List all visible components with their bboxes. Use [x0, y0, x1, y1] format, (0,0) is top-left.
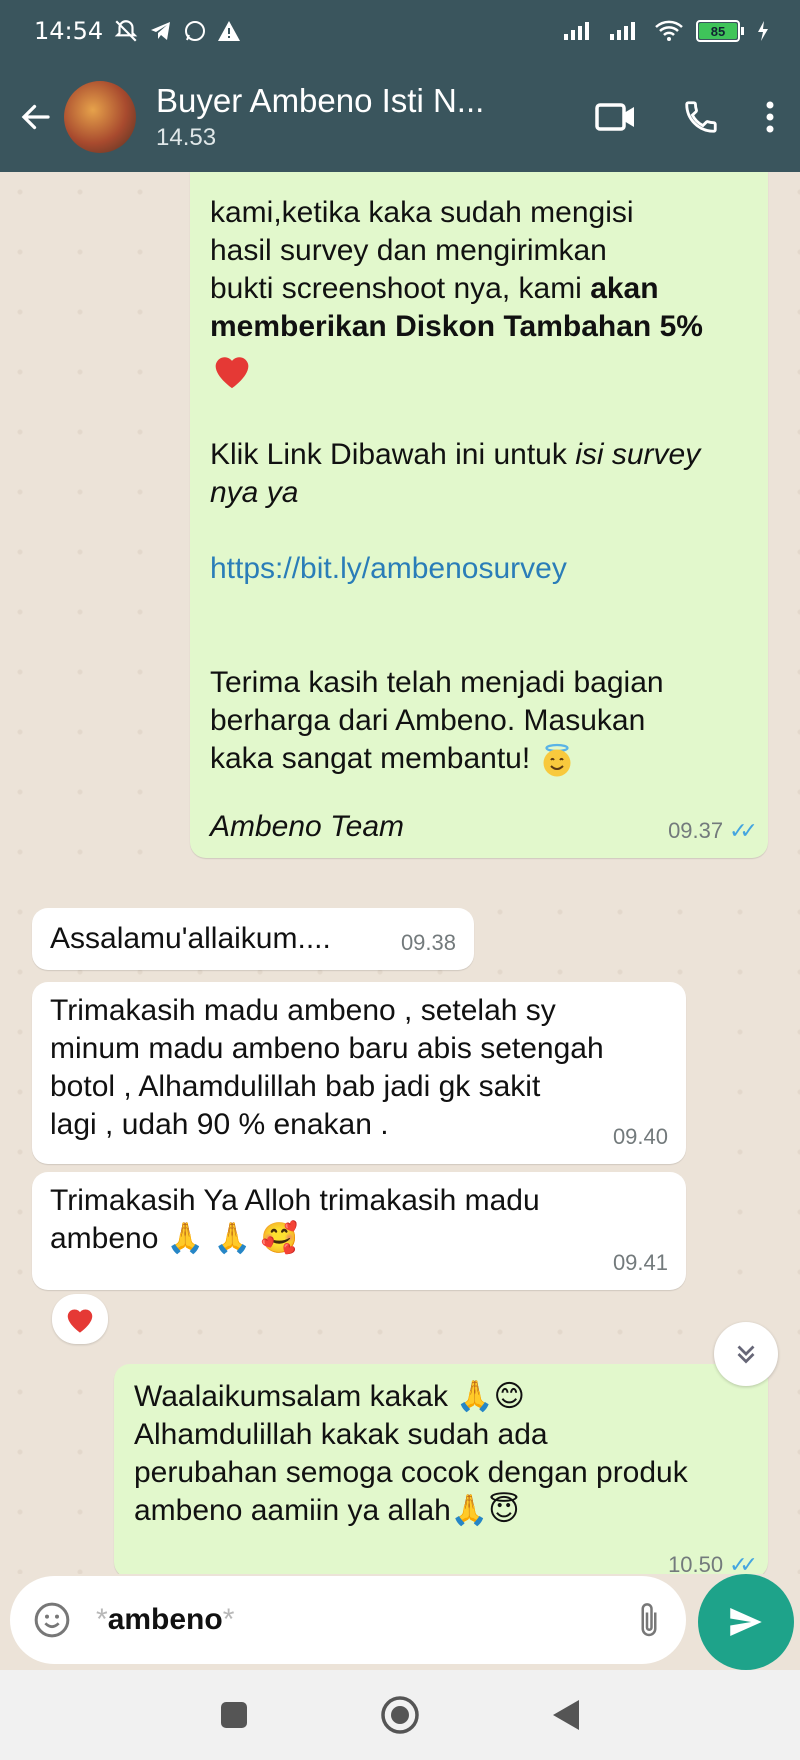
- message-line: kaka sangat membantu!: [210, 740, 748, 778]
- recent-apps-icon[interactable]: [219, 1700, 249, 1730]
- status-icons-right: 85: [562, 19, 770, 43]
- message-line: Terima kasih telah menjadi bagian: [210, 666, 664, 699]
- smiling-angel-emoji: [539, 742, 579, 778]
- send-icon: [730, 1608, 762, 1636]
- message-time: 09.38: [400, 930, 456, 955]
- read-ticks-icon: ✓✓: [729, 818, 758, 843]
- home-icon[interactable]: [379, 1694, 421, 1736]
- more-icon[interactable]: [764, 99, 776, 135]
- praying-smile-emoji: 🙏😊: [456, 1379, 525, 1414]
- battery-icon: 85: [696, 20, 744, 42]
- wifi-icon: [655, 20, 683, 41]
- message-time: 09.37: [668, 818, 724, 843]
- message-time: 09.40: [612, 1124, 668, 1149]
- back-arrow-icon: [21, 104, 50, 130]
- message-line: minum madu ambeno baru abis setengah: [50, 1032, 604, 1065]
- message-line: nya ya: [210, 476, 299, 509]
- chat-header: Buyer Ambeno Isti N... 14.53: [0, 62, 800, 172]
- chat-area[interactable]: kami,ketika kaka sudah mengisi hasil sur…: [0, 172, 800, 1574]
- telegram-icon: [151, 22, 171, 40]
- message-meta: 10.50 ✓✓: [668, 1546, 758, 1574]
- praying-angel-emoji: 🙏😇: [450, 1493, 520, 1528]
- message-time: 09.41: [612, 1250, 668, 1275]
- warning-icon: [218, 21, 241, 41]
- message-meta: 09.38: [401, 924, 456, 962]
- message-line: ambeno 🙏 🙏 🥰: [50, 1221, 298, 1256]
- message-line: Alhamdulillah kakak sudah ada: [134, 1418, 548, 1451]
- message-input-text: *ambeno*: [96, 1603, 235, 1636]
- message-line: ambeno aamiin ya allah🙏😇: [134, 1493, 520, 1528]
- whatsapp-icon: [185, 21, 206, 41]
- message-line: botol , Alhamdulillah bab jadi gk sakit: [50, 1070, 541, 1103]
- reaction-badge[interactable]: [52, 1294, 108, 1344]
- message-line: lagi , udah 90 % enakan .: [50, 1108, 389, 1141]
- attach-icon[interactable]: [634, 1600, 664, 1640]
- message-line: Trimakasih Ya Alloh trimakasih madu: [50, 1184, 540, 1217]
- contact-name: Buyer Ambeno Isti N...: [156, 82, 485, 119]
- message-input[interactable]: *ambeno*: [10, 1576, 686, 1664]
- voice-call-icon[interactable]: [682, 98, 720, 136]
- double-chevron-down-icon: [737, 1345, 755, 1364]
- header-actions: [594, 98, 776, 136]
- message-time: 10.50: [668, 1552, 724, 1574]
- signal-icon: [610, 22, 635, 40]
- back-button[interactable]: [8, 89, 64, 145]
- message-bubble[interactable]: kami,ketika kaka sudah mengisi hasil sur…: [190, 172, 768, 858]
- message-line: kami,ketika kaka sudah mengisi: [210, 196, 634, 229]
- emoji-icon[interactable]: [32, 1600, 72, 1640]
- charging-icon: [758, 21, 768, 41]
- message-meta: 09.40: [613, 1118, 668, 1156]
- composer-bar: *ambeno*: [0, 1574, 800, 1670]
- send-button[interactable]: [698, 1574, 794, 1670]
- message-line: Klik Link Dibawah ini untuk isi survey: [210, 438, 701, 471]
- message-bubble[interactable]: Assalamu'allaikum.... 09.38: [32, 908, 474, 970]
- message-line: perubahan semoga cocok dengan produk: [134, 1456, 688, 1489]
- avatar[interactable]: [64, 81, 136, 153]
- back-nav-icon[interactable]: [551, 1698, 581, 1732]
- message-meta: 09.41: [613, 1244, 668, 1282]
- system-nav-bar: [0, 1670, 800, 1760]
- contact-info[interactable]: Buyer Ambeno Isti N... 14.53: [156, 82, 594, 152]
- message-text: Assalamu'allaikum....: [50, 922, 331, 955]
- video-call-icon[interactable]: [594, 100, 638, 134]
- contact-last-seen: 14.53: [156, 124, 217, 151]
- status-icons-left: [113, 18, 241, 44]
- message-line: memberikan Diskon Tambahan 5%: [210, 310, 703, 343]
- emoji-group: 🙏 🙏 🥰: [166, 1221, 298, 1256]
- heart-reaction-icon: [67, 1309, 93, 1333]
- heart-emoji: [210, 350, 748, 394]
- status-bar: 14:54 85: [0, 0, 800, 62]
- message-bubble[interactable]: Trimakasih madu ambeno , setelah sy minu…: [32, 982, 686, 1164]
- read-ticks-icon: ✓✓: [729, 1552, 758, 1574]
- message-line: bukti screenshoot nya, kami akan: [210, 272, 659, 305]
- battery-level: 85: [699, 23, 737, 39]
- scroll-to-bottom-button[interactable]: [714, 1322, 778, 1386]
- message-bubble[interactable]: Trimakasih Ya Alloh trimakasih madu ambe…: [32, 1172, 686, 1290]
- message-line: hasil survey dan mengirimkan: [210, 234, 607, 267]
- message-line: berharga dari Ambeno. Masukan: [210, 704, 646, 737]
- survey-link[interactable]: https://bit.ly/ambenosurvey: [210, 550, 748, 588]
- message-line: Waalaikumsalam kakak 🙏😊: [134, 1379, 525, 1414]
- mute-bell-icon: [114, 20, 138, 42]
- message-line: Trimakasih madu ambeno , setelah sy: [50, 994, 556, 1027]
- signal-icon: [564, 22, 589, 40]
- status-time: 14:54: [34, 17, 104, 45]
- message-bubble[interactable]: Waalaikumsalam kakak 🙏😊 Alhamdulillah ka…: [114, 1364, 768, 1574]
- message-meta: 09.37 ✓✓: [668, 812, 758, 850]
